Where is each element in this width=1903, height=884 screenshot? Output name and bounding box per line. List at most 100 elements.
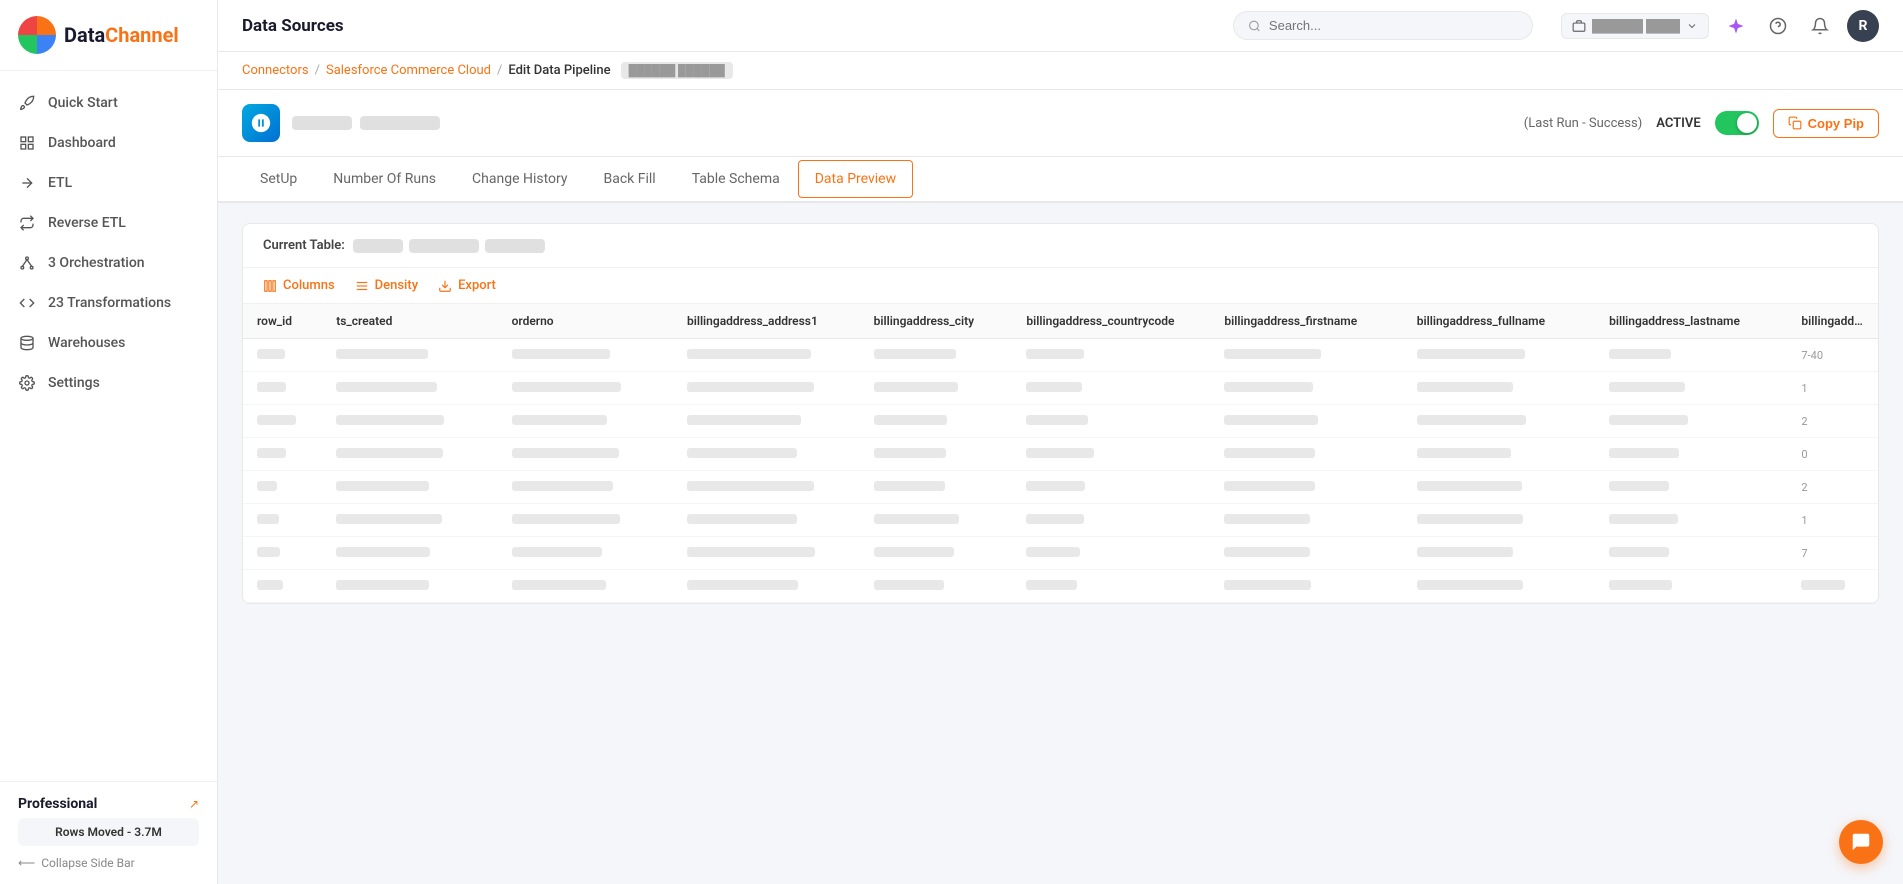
sidebar-bottom: Professional ↗ Rows Moved - 3.7M ⟵ Colla… [0,781,217,884]
current-table-label: Current Table: [263,238,345,253]
tab-back-fill[interactable]: Back Fill [586,157,674,203]
sidebar-item-label: 3 Orchestration [48,255,145,271]
table-cell [1210,537,1402,570]
table-header-row: row_id ts_created orderno billingaddress… [243,304,1878,339]
reverse-etl-icon [18,214,36,232]
table-cell [1595,471,1787,504]
search-bar[interactable] [1233,11,1533,40]
copy-pipeline-button[interactable]: Copy Pip [1773,109,1879,138]
breadcrumb-salesforce[interactable]: Salesforce Commerce Cloud [326,63,491,78]
table-row: 7 [243,537,1878,570]
table-cell [243,537,322,570]
table-cell [322,504,497,537]
sidebar-item-quick-start[interactable]: Quick Start [0,83,217,123]
table-row: 1 [243,372,1878,405]
collapse-sidebar-button[interactable]: ⟵ Collapse Side Bar [18,856,199,870]
orchestration-icon [18,254,36,272]
table-cell [322,339,497,372]
table-cell: 7-40 [1787,339,1878,372]
table-cell [1595,504,1787,537]
active-label: ACTIVE [1656,116,1700,131]
table-cell [673,372,860,405]
col-billing-firstname: billingaddress_firstname [1210,304,1402,339]
table-cell [243,438,322,471]
table-cell [243,504,322,537]
toolbar-row: Columns Density Export [243,268,1878,304]
top-header: Data Sources ██████ ████ R [218,0,1903,52]
table-cell [1012,339,1210,372]
sidebar-item-label: Warehouses [48,335,125,351]
table-row: 2 [243,405,1878,438]
sparkle-icon [1727,17,1745,35]
sidebar-item-etl[interactable]: ETL [0,163,217,203]
external-link-icon[interactable]: ↗ [189,797,199,811]
table-name [353,239,545,253]
avatar[interactable]: R [1847,10,1879,42]
briefcase-icon [1572,19,1586,33]
pipeline-name [292,116,440,130]
active-toggle[interactable] [1715,111,1759,135]
breadcrumb-pipeline-id: ██████ ██████ [621,62,733,79]
density-button[interactable]: Density [355,278,418,293]
table-cell [673,405,860,438]
table-cell [673,438,860,471]
export-icon [438,279,452,293]
help-button[interactable] [1763,11,1793,41]
tab-data-preview[interactable]: Data Preview [798,160,913,198]
grid-icon [18,134,36,152]
table-cell [322,372,497,405]
notifications-button[interactable] [1805,11,1835,41]
main-content: Data Sources ██████ ████ R [218,0,1903,884]
table-cell [1210,504,1402,537]
sidebar-item-orchestration[interactable]: 3 Orchestration [0,243,217,283]
table-cell [1595,339,1787,372]
breadcrumb-connectors[interactable]: Connectors [242,63,309,78]
table-cell [322,438,497,471]
table-cell [1595,537,1787,570]
table-row: 7-40 [243,339,1878,372]
table-cell [322,471,497,504]
table-row [243,570,1878,603]
table-cell [1012,471,1210,504]
tab-table-schema[interactable]: Table Schema [674,157,798,203]
data-preview-area: Current Table: Columns Densi [218,203,1903,624]
chat-bubble-button[interactable] [1839,820,1883,864]
sidebar-item-settings[interactable]: Settings [0,363,217,403]
table-cell [1210,471,1402,504]
table-cell [673,471,860,504]
table-cell [1012,438,1210,471]
sidebar-item-warehouses[interactable]: Warehouses [0,323,217,363]
table-cell [1595,438,1787,471]
col-billing-fullname: billingaddress_fullname [1403,304,1595,339]
columns-button[interactable]: Columns [263,278,335,293]
table-cell [498,570,673,603]
tab-change-history[interactable]: Change History [454,157,585,203]
sidebar-item-dashboard[interactable]: Dashboard [0,123,217,163]
ai-assistant-button[interactable] [1721,11,1751,41]
search-input[interactable] [1269,18,1518,33]
search-icon [1248,19,1261,33]
table-cell [498,405,673,438]
table-cell [498,339,673,372]
table-name-p2 [409,239,479,253]
breadcrumb-edit: Edit Data Pipeline [508,63,610,78]
table-cell [498,471,673,504]
workspace-selector[interactable]: ██████ ████ [1561,13,1709,39]
warehouses-icon [18,334,36,352]
export-button[interactable]: Export [438,278,496,293]
rocket-icon [18,94,36,112]
breadcrumb: Connectors / Salesforce Commerce Cloud /… [218,52,1903,90]
table-cell: 2 [1787,405,1878,438]
sidebar-item-label: ETL [48,175,72,191]
sidebar-item-transformations[interactable]: 23 Transformations [0,283,217,323]
logo-icon [18,16,56,54]
sidebar-item-reverse-etl[interactable]: Reverse ETL [0,203,217,243]
tab-setup[interactable]: SetUp [242,157,315,203]
table-cell [860,339,1013,372]
table-cell [1210,438,1402,471]
bell-icon [1811,17,1829,35]
tab-number-of-runs[interactable]: Number Of Runs [315,157,454,203]
col-billing-lastname: billingaddress_lastname [1595,304,1787,339]
table-cell [1210,372,1402,405]
table-cell [1403,471,1595,504]
